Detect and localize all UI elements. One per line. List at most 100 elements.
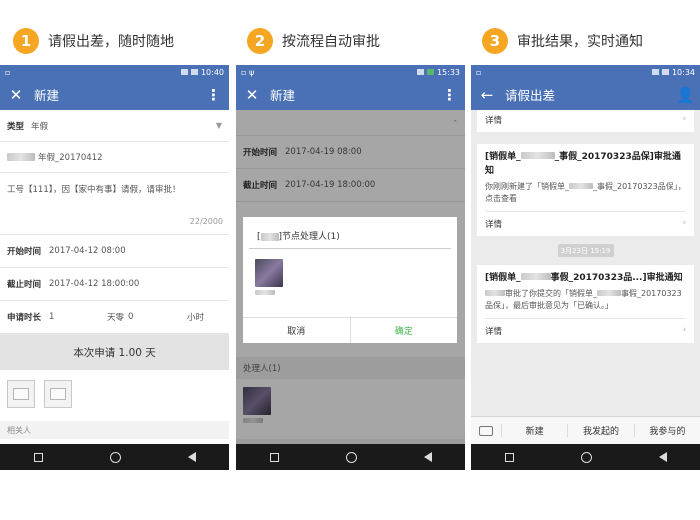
reason-text: 工号【111】，因【家中有事】请假，请审批！ (7, 185, 181, 195)
notification-icon: ▫ (5, 67, 11, 77)
details-link: 详情 (485, 220, 503, 230)
start-time-value: 2017-04-12 08:00 (49, 246, 126, 256)
card-title: [销假单_ 事假_20170323品...]审批通知 (485, 273, 683, 283)
approver-dialog: []节点处理人(1) 取消 确定 (243, 217, 457, 343)
battery-icon (661, 69, 669, 75)
duration-days-input[interactable]: 1 (49, 312, 107, 322)
dialog-actions: 取消 确定 (243, 317, 457, 343)
back-arrow-icon[interactable]: ← (479, 86, 495, 104)
status-bar: ▫ 10:34 (471, 65, 700, 79)
notification-icon: ▫ ψ (241, 67, 255, 77)
home-icon[interactable] (345, 451, 357, 463)
step-1-title: 请假出差，随时随地 (48, 34, 174, 50)
signal-icon (416, 69, 424, 75)
chevron-right-icon: › (682, 218, 686, 228)
title-input-row[interactable]: 年假_20170412 (0, 142, 229, 173)
close-icon[interactable]: ✕ (8, 86, 24, 104)
start-time-label: 开始时间 (7, 247, 42, 257)
char-counter: 22/2000 (189, 217, 223, 226)
redacted-name (569, 183, 593, 189)
menu-participated[interactable]: 我参与的 (633, 424, 700, 437)
redacted-name (520, 273, 551, 280)
timestamp: 3月23日 15:19 (557, 244, 614, 257)
back-icon[interactable] (658, 452, 667, 462)
page-title: 请假出差 (505, 88, 556, 103)
back-icon[interactable] (187, 452, 196, 462)
notification-card[interactable]: [销假单_ _事假_20170323品保]审批通知 你刚刚新建了「销假单_ _事假_… (477, 144, 694, 236)
step-2-badge: 2 (247, 28, 273, 54)
clock: 10:34 (671, 67, 695, 77)
type-select-row[interactable]: 类型 年假 ▼ (0, 110, 229, 142)
keyboard-icon[interactable] (471, 425, 501, 436)
dialog-handler-list (243, 249, 457, 305)
details-row[interactable]: 详情 › (485, 211, 686, 230)
menu-initiated-by-me[interactable]: 我发起的 (567, 424, 633, 437)
redacted-name (485, 290, 505, 296)
hours-unit: 小时 (186, 313, 204, 323)
page-title: 新建 (270, 88, 296, 103)
app-bar: ✕ 新建 ⋮ (236, 79, 465, 110)
status-bar: ▫ ψ 15:33 (236, 65, 465, 79)
chevron-right-icon: › (682, 114, 686, 124)
redacted-name (255, 290, 275, 295)
add-image-icon[interactable] (44, 380, 72, 408)
dialog-title: []节点处理人(1) (249, 217, 451, 249)
duration-row: 申请时长 1 天零 0 小时 (0, 301, 229, 334)
duration-label: 申请时长 (7, 313, 42, 323)
card-body: 审批了你提交的「销假单_ 事假_20170323品保」，最后审批意见为「已确认。」 (485, 289, 682, 310)
details-link: 详情 (485, 327, 503, 337)
card-body: 你刚刚新建了「销假单_ _事假_20170323品保」，点击查看 (485, 182, 686, 203)
apply-summary-button[interactable]: 本次申请 1.00 天 (0, 334, 229, 370)
clock: 15:33 (436, 67, 460, 77)
battery-icon (426, 69, 434, 75)
notification-card[interactable]: [销假单_ 事假_20170323品...]审批通知 审批了你提交的「销假单_ 事假… (477, 265, 694, 343)
phone-3-approval-notifications: ▫ 10:34 ← 请假出差 👤 详情 › [销假单_ _事假_20170323品… (471, 65, 700, 470)
duration-hours-input[interactable]: 0 (128, 312, 133, 322)
leave-title-value: 年假_20170412 (38, 153, 103, 163)
step-1-header: 1 请假出差，随时随地 (13, 28, 174, 54)
battery-icon (190, 69, 198, 75)
previous-card-details[interactable]: 详情 › (477, 110, 694, 132)
end-time-row[interactable]: 截止时间 2017-04-12 18:00:00 (0, 268, 229, 301)
phone-1-new-leave-form: ▫ 10:40 ✕ 新建 ⋮ 类型 年假 ▼ 年假_20170412 工号【11… (0, 65, 229, 470)
redacted-name (520, 152, 555, 159)
recent-apps-icon[interactable] (33, 452, 43, 462)
add-image-icon[interactable] (7, 380, 35, 408)
more-menu-icon[interactable]: ⋮ (442, 86, 457, 104)
more-menu-icon[interactable]: ⋮ (206, 86, 221, 104)
home-icon[interactable] (580, 451, 592, 463)
step-2-title: 按流程自动审批 (282, 34, 380, 50)
android-nav-bar (236, 444, 465, 470)
type-label: 类型 (7, 121, 25, 132)
details-row[interactable]: 详情 › (485, 318, 686, 337)
step-2-header: 2 按流程自动审批 (247, 28, 380, 54)
clock: 10:40 (200, 67, 224, 77)
bottom-menu: 新建 我发起的 我参与的 (471, 416, 700, 444)
related-people-label: 相关人 (0, 421, 229, 439)
days-unit: 天零 (107, 313, 125, 323)
home-icon[interactable] (109, 451, 121, 463)
reason-textarea[interactable]: 工号【111】，因【家中有事】请假，请审批！ 22/2000 (0, 173, 229, 235)
end-time-value: 2017-04-12 18:00:00 (49, 279, 140, 289)
menu-new[interactable]: 新建 (501, 424, 567, 437)
step-3-badge: 3 (482, 28, 508, 54)
handler-avatar[interactable] (255, 259, 283, 287)
phone-2-approver-dialog: ▫ ψ 15:33 ✕ 新建 ⋮ ⌃ 开始时间 2017-04-19 08:00… (236, 65, 465, 470)
cancel-button[interactable]: 取消 (243, 318, 351, 343)
attachment-area (0, 370, 229, 421)
details-link: 详情 (485, 116, 503, 126)
back-icon[interactable] (423, 452, 432, 462)
step-3-title: 审批结果，实时通知 (517, 34, 643, 50)
dialog-title-text: ]节点处理人(1) (278, 232, 340, 242)
redacted-name (7, 153, 35, 161)
profile-icon[interactable]: 👤 (676, 86, 695, 104)
step-1-badge: 1 (13, 28, 39, 54)
card-title: [销假单_ _事假_20170323品保]审批通知 (485, 152, 681, 176)
recent-apps-icon[interactable] (504, 452, 514, 462)
recent-apps-icon[interactable] (269, 452, 279, 462)
start-time-row[interactable]: 开始时间 2017-04-12 08:00 (0, 235, 229, 268)
confirm-button[interactable]: 确定 (351, 318, 458, 343)
end-time-label: 截止时间 (7, 280, 42, 290)
close-icon[interactable]: ✕ (244, 86, 260, 104)
signal-icon (651, 69, 659, 75)
